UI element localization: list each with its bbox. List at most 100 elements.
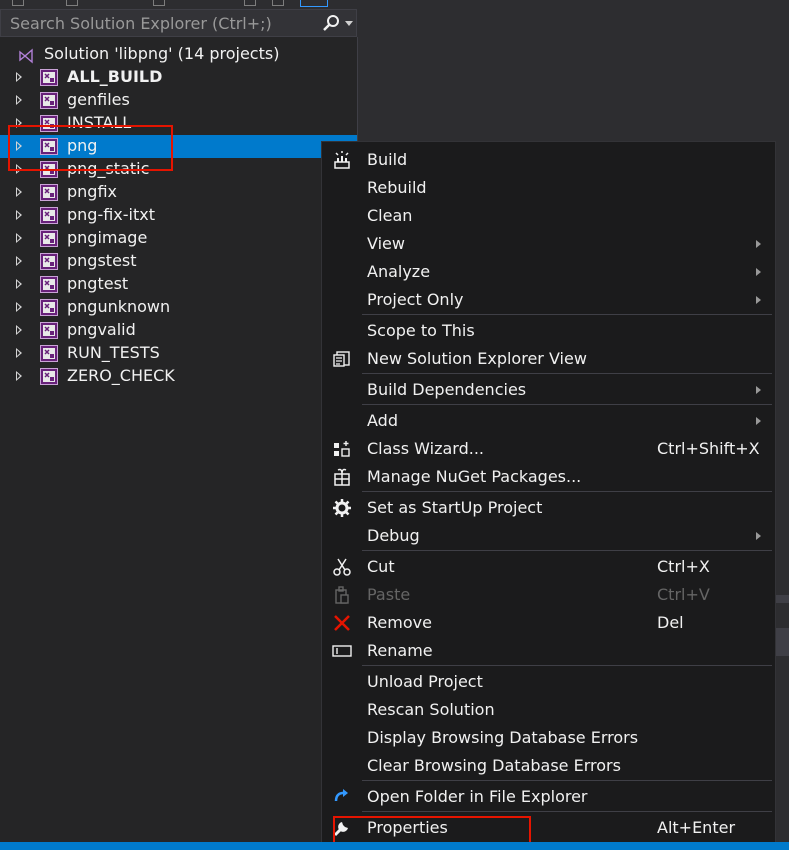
menu-item-view[interactable]: View	[322, 230, 775, 258]
expand-arrow-icon[interactable]	[16, 95, 22, 105]
menu-item-shortcut: Ctrl+Shift+X	[657, 439, 760, 458]
project-label: ALL_BUILD	[67, 67, 163, 86]
project-node[interactable]: pngstest	[0, 250, 357, 273]
menu-item-label: Clear Browsing Database Errors	[367, 756, 621, 775]
menu-item-build[interactable]: Build	[322, 146, 775, 174]
submenu-arrow-icon	[756, 532, 761, 540]
search-options-chevron-down-icon[interactable]	[345, 21, 353, 26]
project-node[interactable]: pngtest	[0, 273, 357, 296]
menu-item-manage-nuget-packages[interactable]: Manage NuGet Packages...	[322, 463, 775, 491]
project-label: ZERO_CHECK	[67, 366, 175, 385]
menu-item-add[interactable]: Add	[322, 407, 775, 435]
toolbar-button[interactable]	[272, 0, 284, 6]
submenu-arrow-icon	[756, 240, 761, 248]
project-label: pngtest	[67, 274, 129, 293]
cpp-project-icon	[40, 207, 58, 224]
menu-item-rebuild[interactable]: Rebuild	[322, 174, 775, 202]
toolbar-button[interactable]	[153, 0, 165, 6]
menu-item-display-browsing-database-errors[interactable]: Display Browsing Database Errors	[322, 724, 775, 752]
solution-node[interactable]: Solution 'libpng' (14 projects)	[0, 43, 357, 66]
project-node[interactable]: ZERO_CHECK	[0, 365, 357, 388]
menu-item-scope-to-this[interactable]: Scope to This	[322, 317, 775, 345]
menu-separator	[362, 404, 772, 405]
project-node[interactable]: pngfix	[0, 181, 357, 204]
menu-item-label: Unload Project	[367, 672, 483, 691]
menu-item-label: Rename	[367, 641, 433, 660]
project-label: png-fix-itxt	[67, 205, 156, 224]
project-node[interactable]: pngunknown	[0, 296, 357, 319]
class-wizard-icon	[334, 441, 350, 457]
menu-separator	[362, 665, 772, 666]
toolbar-button[interactable]	[66, 0, 78, 6]
menu-item-remove[interactable]: Remove Del	[322, 609, 775, 637]
search-input[interactable]	[1, 10, 311, 36]
cpp-project-icon	[40, 184, 58, 201]
expand-arrow-icon[interactable]	[16, 210, 22, 220]
menu-item-debug[interactable]: Debug	[322, 522, 775, 550]
menu-item-label: Scope to This	[367, 321, 475, 340]
expand-arrow-icon[interactable]	[16, 302, 22, 312]
menu-item-label: View	[367, 234, 405, 253]
expand-arrow-icon[interactable]	[16, 325, 22, 335]
menu-item-label: Open Folder in File Explorer	[367, 787, 588, 806]
menu-item-rescan-solution[interactable]: Rescan Solution	[322, 696, 775, 724]
submenu-arrow-icon	[756, 268, 761, 276]
cpp-project-icon	[40, 345, 58, 362]
expand-arrow-icon[interactable]	[16, 233, 22, 243]
cpp-project-icon	[40, 368, 58, 385]
menu-item-project-only[interactable]: Project Only	[322, 286, 775, 314]
cpp-project-icon	[40, 69, 58, 86]
expand-arrow-icon[interactable]	[16, 187, 22, 197]
menu-item-new-solution-explorer-view[interactable]: New Solution Explorer View	[322, 345, 775, 373]
project-node[interactable]: RUN_TESTS	[0, 342, 357, 365]
submenu-arrow-icon	[756, 296, 761, 304]
menu-item-label: Debug	[367, 526, 420, 545]
annotation-box-png	[8, 125, 173, 171]
menu-item-label: Remove	[367, 613, 432, 632]
expand-arrow-icon[interactable]	[16, 72, 22, 82]
build-icon	[334, 151, 350, 169]
project-label: pngimage	[67, 228, 148, 247]
menu-item-label: Analyze	[367, 262, 431, 281]
menu-item-build-dependencies[interactable]: Build Dependencies	[322, 376, 775, 404]
cpp-project-icon	[40, 299, 58, 316]
solution-explorer-toolbar	[0, 0, 358, 8]
menu-item-shortcut: Ctrl+X	[657, 557, 710, 576]
nuget-icon	[334, 468, 350, 486]
expand-arrow-icon[interactable]	[16, 371, 22, 381]
project-node[interactable]: genfiles	[0, 89, 357, 112]
visual-studio-solution-icon	[19, 48, 33, 64]
project-node[interactable]: pngvalid	[0, 319, 357, 342]
expand-arrow-icon[interactable]	[16, 256, 22, 266]
menu-item-label: New Solution Explorer View	[367, 349, 587, 368]
expand-arrow-icon[interactable]	[16, 279, 22, 289]
editor-panel-fragment	[776, 628, 789, 656]
gear-icon	[333, 499, 351, 517]
submenu-arrow-icon	[756, 386, 761, 394]
menu-item-open-folder-in-file-explorer[interactable]: Open Folder in File Explorer	[322, 783, 775, 811]
toolbar-button[interactable]	[12, 0, 24, 6]
menu-item-label: Build	[367, 150, 408, 169]
menu-separator	[362, 811, 772, 812]
search-icon[interactable]	[321, 13, 341, 33]
project-node[interactable]: ALL_BUILD	[0, 66, 357, 89]
toolbar-button[interactable]	[244, 0, 256, 6]
menu-item-class-wizard[interactable]: Class Wizard... Ctrl+Shift+X	[322, 435, 775, 463]
menu-item-clear-browsing-database-errors[interactable]: Clear Browsing Database Errors	[322, 752, 775, 780]
menu-item-cut[interactable]: Cut Ctrl+X	[322, 553, 775, 581]
expand-arrow-icon[interactable]	[16, 348, 22, 358]
project-label: RUN_TESTS	[67, 343, 160, 362]
menu-item-paste[interactable]: Paste Ctrl+V	[322, 581, 775, 609]
project-node[interactable]: png-fix-itxt	[0, 204, 357, 227]
menu-item-unload-project[interactable]: Unload Project	[322, 668, 775, 696]
menu-item-analyze[interactable]: Analyze	[322, 258, 775, 286]
menu-item-rename[interactable]: Rename	[322, 637, 775, 665]
menu-item-shortcut: Ctrl+V	[657, 585, 710, 604]
menu-item-set-as-startup-project[interactable]: Set as StartUp Project	[322, 494, 775, 522]
menu-item-label: Set as StartUp Project	[367, 498, 543, 517]
toolbar-button-active[interactable]	[300, 0, 328, 7]
menu-separator	[362, 314, 772, 315]
menu-separator	[362, 550, 772, 551]
project-node[interactable]: pngimage	[0, 227, 357, 250]
menu-item-clean[interactable]: Clean	[322, 202, 775, 230]
